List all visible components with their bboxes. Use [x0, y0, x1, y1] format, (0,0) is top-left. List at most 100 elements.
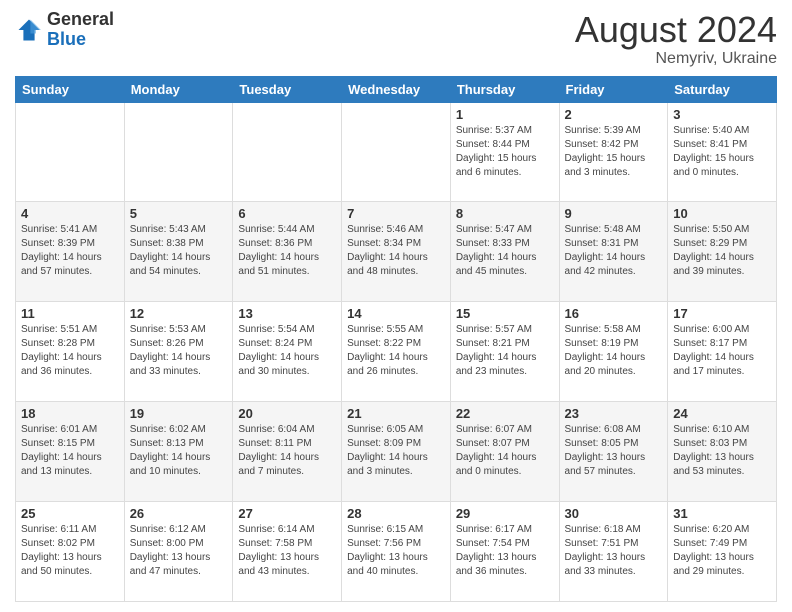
day-info: Sunrise: 6:01 AM Sunset: 8:15 PM Dayligh…	[21, 423, 119, 479]
day-number: 17	[673, 306, 771, 321]
calendar-day-cell: 16 Sunrise: 5:58 AM Sunset: 8:19 PM Dayli…	[559, 302, 668, 402]
header: General Blue August 2024 Nemyriv, Ukrain…	[15, 10, 777, 68]
calendar-week-row: 18 Sunrise: 6:01 AM Sunset: 8:15 PM Dayli…	[16, 402, 777, 502]
day-number: 26	[130, 506, 228, 521]
day-info: Sunrise: 6:02 AM Sunset: 8:13 PM Dayligh…	[130, 423, 228, 479]
day-info: Sunrise: 6:17 AM Sunset: 7:54 PM Dayligh…	[456, 523, 554, 579]
day-number: 5	[130, 206, 228, 221]
calendar-day-cell: 28Sunrise: 6:15 AM Sunset: 7:56 PM Dayli…	[342, 502, 451, 602]
calendar-week-row: 4 Sunrise: 5:41 AM Sunset: 8:39 PM Daylig…	[16, 202, 777, 302]
day-number: 28	[347, 506, 445, 521]
logo: General Blue	[15, 10, 114, 50]
calendar-day-cell: 12Sunrise: 5:53 AM Sunset: 8:26 PM Dayli…	[124, 302, 233, 402]
day-number: 9	[565, 206, 663, 221]
day-number: 3	[673, 107, 771, 122]
title-block: August 2024 Nemyriv, Ukraine	[575, 10, 777, 68]
calendar-day-cell: 20 Sunrise: 6:04 AM Sunset: 8:11 PM Dayli…	[233, 402, 342, 502]
calendar-day-cell	[233, 102, 342, 202]
day-number: 7	[347, 206, 445, 221]
calendar-day-header: Saturday	[668, 76, 777, 102]
day-number: 25	[21, 506, 119, 521]
day-number: 19	[130, 406, 228, 421]
day-number: 10	[673, 206, 771, 221]
calendar-day-cell: 8 Sunrise: 5:47 AM Sunset: 8:33 PM Daylig…	[450, 202, 559, 302]
day-info: Sunrise: 6:00 AM Sunset: 8:17 PM Dayligh…	[673, 323, 771, 379]
day-info: Sunrise: 5:41 AM Sunset: 8:39 PM Dayligh…	[21, 223, 119, 279]
day-number: 30	[565, 506, 663, 521]
day-number: 22	[456, 406, 554, 421]
calendar-day-header: Monday	[124, 76, 233, 102]
calendar-day-cell: 29 Sunrise: 6:17 AM Sunset: 7:54 PM Dayli…	[450, 502, 559, 602]
day-number: 13	[238, 306, 336, 321]
day-number: 1	[456, 107, 554, 122]
calendar-day-header: Wednesday	[342, 76, 451, 102]
calendar-day-cell: 30Sunrise: 6:18 AM Sunset: 7:51 PM Dayli…	[559, 502, 668, 602]
day-number: 14	[347, 306, 445, 321]
day-number: 4	[21, 206, 119, 221]
day-info: Sunrise: 5:54 AM Sunset: 8:24 PM Dayligh…	[238, 323, 336, 379]
main-title: August 2024	[575, 10, 777, 50]
day-info: Sunrise: 5:47 AM Sunset: 8:33 PM Dayligh…	[456, 223, 554, 279]
day-info: Sunrise: 6:08 AM Sunset: 8:05 PM Dayligh…	[565, 423, 663, 479]
day-info: Sunrise: 6:20 AM Sunset: 7:49 PM Dayligh…	[673, 523, 771, 579]
calendar-day-header: Friday	[559, 76, 668, 102]
calendar-day-cell	[16, 102, 125, 202]
day-info: Sunrise: 6:14 AM Sunset: 7:58 PM Dayligh…	[238, 523, 336, 579]
calendar-day-header: Sunday	[16, 76, 125, 102]
calendar-day-cell: 13 Sunrise: 5:54 AM Sunset: 8:24 PM Dayli…	[233, 302, 342, 402]
calendar-day-cell: 11 Sunrise: 5:51 AM Sunset: 8:28 PM Dayli…	[16, 302, 125, 402]
calendar-day-cell: 6Sunrise: 5:44 AM Sunset: 8:36 PM Daylig…	[233, 202, 342, 302]
day-number: 20	[238, 406, 336, 421]
calendar-week-row: 11 Sunrise: 5:51 AM Sunset: 8:28 PM Dayli…	[16, 302, 777, 402]
day-info: Sunrise: 5:51 AM Sunset: 8:28 PM Dayligh…	[21, 323, 119, 379]
calendar-week-row: 1 Sunrise: 5:37 AM Sunset: 8:44 PM Daylig…	[16, 102, 777, 202]
calendar-day-cell: 23Sunrise: 6:08 AM Sunset: 8:05 PM Dayli…	[559, 402, 668, 502]
day-info: Sunrise: 6:07 AM Sunset: 8:07 PM Dayligh…	[456, 423, 554, 479]
calendar-day-cell: 19 Sunrise: 6:02 AM Sunset: 8:13 PM Dayli…	[124, 402, 233, 502]
day-info: Sunrise: 5:40 AM Sunset: 8:41 PM Dayligh…	[673, 124, 771, 180]
calendar-day-cell: 18 Sunrise: 6:01 AM Sunset: 8:15 PM Dayli…	[16, 402, 125, 502]
calendar-table: SundayMondayTuesdayWednesdayThursdayFrid…	[15, 76, 777, 602]
day-number: 24	[673, 406, 771, 421]
day-number: 12	[130, 306, 228, 321]
calendar-day-cell: 26 Sunrise: 6:12 AM Sunset: 8:00 PM Dayli…	[124, 502, 233, 602]
calendar-week-row: 25 Sunrise: 6:11 AM Sunset: 8:02 PM Dayli…	[16, 502, 777, 602]
calendar-day-cell: 1 Sunrise: 5:37 AM Sunset: 8:44 PM Daylig…	[450, 102, 559, 202]
calendar-day-cell: 2 Sunrise: 5:39 AM Sunset: 8:42 PM Daylig…	[559, 102, 668, 202]
calendar-day-cell: 31Sunrise: 6:20 AM Sunset: 7:49 PM Dayli…	[668, 502, 777, 602]
day-number: 21	[347, 406, 445, 421]
day-info: Sunrise: 5:37 AM Sunset: 8:44 PM Dayligh…	[456, 124, 554, 180]
subtitle: Nemyriv, Ukraine	[575, 50, 777, 68]
day-info: Sunrise: 6:11 AM Sunset: 8:02 PM Dayligh…	[21, 523, 119, 579]
day-info: Sunrise: 6:10 AM Sunset: 8:03 PM Dayligh…	[673, 423, 771, 479]
calendar-day-header: Thursday	[450, 76, 559, 102]
day-number: 18	[21, 406, 119, 421]
day-number: 27	[238, 506, 336, 521]
calendar-day-header: Tuesday	[233, 76, 342, 102]
calendar-day-cell: 27 Sunrise: 6:14 AM Sunset: 7:58 PM Dayli…	[233, 502, 342, 602]
day-info: Sunrise: 5:39 AM Sunset: 8:42 PM Dayligh…	[565, 124, 663, 180]
calendar-day-cell: 5Sunrise: 5:43 AM Sunset: 8:38 PM Daylig…	[124, 202, 233, 302]
calendar-day-cell	[342, 102, 451, 202]
day-info: Sunrise: 5:44 AM Sunset: 8:36 PM Dayligh…	[238, 223, 336, 279]
day-info: Sunrise: 6:12 AM Sunset: 8:00 PM Dayligh…	[130, 523, 228, 579]
day-number: 15	[456, 306, 554, 321]
day-number: 29	[456, 506, 554, 521]
day-number: 16	[565, 306, 663, 321]
calendar-day-cell: 4 Sunrise: 5:41 AM Sunset: 8:39 PM Daylig…	[16, 202, 125, 302]
logo-text: General Blue	[47, 10, 114, 50]
day-number: 11	[21, 306, 119, 321]
calendar-day-cell: 9 Sunrise: 5:48 AM Sunset: 8:31 PM Daylig…	[559, 202, 668, 302]
day-info: Sunrise: 5:50 AM Sunset: 8:29 PM Dayligh…	[673, 223, 771, 279]
calendar-day-cell: 17 Sunrise: 6:00 AM Sunset: 8:17 PM Dayli…	[668, 302, 777, 402]
calendar-day-cell: 14Sunrise: 5:55 AM Sunset: 8:22 PM Dayli…	[342, 302, 451, 402]
day-info: Sunrise: 6:05 AM Sunset: 8:09 PM Dayligh…	[347, 423, 445, 479]
day-number: 2	[565, 107, 663, 122]
calendar-day-cell	[124, 102, 233, 202]
page: General Blue August 2024 Nemyriv, Ukrain…	[0, 0, 792, 612]
day-info: Sunrise: 5:58 AM Sunset: 8:19 PM Dayligh…	[565, 323, 663, 379]
day-number: 8	[456, 206, 554, 221]
day-info: Sunrise: 6:04 AM Sunset: 8:11 PM Dayligh…	[238, 423, 336, 479]
day-info: Sunrise: 5:48 AM Sunset: 8:31 PM Dayligh…	[565, 223, 663, 279]
day-info: Sunrise: 5:57 AM Sunset: 8:21 PM Dayligh…	[456, 323, 554, 379]
